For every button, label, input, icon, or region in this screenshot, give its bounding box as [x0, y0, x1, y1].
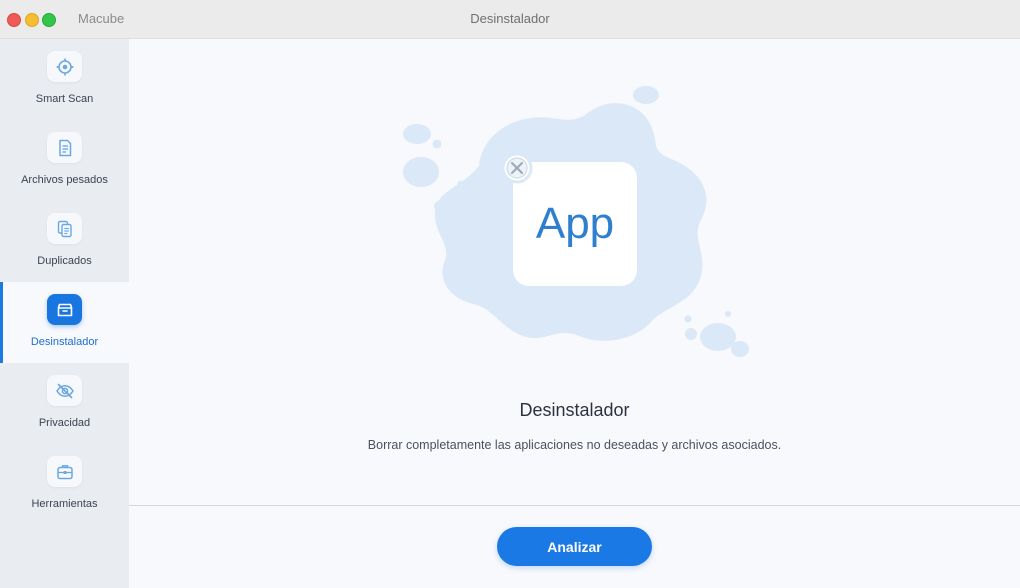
- sidebar-item-label: Duplicados: [37, 255, 92, 267]
- sidebar-item-privacidad[interactable]: Privacidad: [0, 363, 129, 444]
- app-window: Macube Desinstalador Smart Scan Archivos…: [0, 0, 1020, 588]
- page-title: Desinstalador: [519, 400, 630, 420]
- target-icon: [47, 51, 82, 82]
- sidebar: Smart Scan Archivos pesados Duplicados D…: [0, 39, 129, 588]
- title-bar: Macube Desinstalador: [0, 0, 1020, 39]
- uninstall-illustration: App: [403, 86, 749, 357]
- app-label-text: App: [536, 199, 614, 248]
- sidebar-item-smart-scan[interactable]: Smart Scan: [0, 39, 129, 120]
- page-description: Borrar completamente las aplicaciones no…: [367, 438, 782, 452]
- eye-off-icon: [47, 375, 82, 406]
- file-icon: [47, 132, 82, 163]
- sidebar-item-label: Herramientas: [31, 498, 98, 510]
- divider: [129, 505, 1020, 506]
- sidebar-item-label: Smart Scan: [35, 93, 94, 105]
- copy-icon: [47, 213, 82, 244]
- sidebar-item-archivos-pesados[interactable]: Archivos pesados: [0, 120, 129, 201]
- analyze-button[interactable]: Analizar: [497, 527, 652, 566]
- sidebar-item-herramientas[interactable]: Herramientas: [0, 444, 129, 525]
- sidebar-item-desinstalador[interactable]: Desinstalador: [0, 282, 129, 363]
- archive-box-icon: [47, 294, 82, 325]
- toolbox-icon: [47, 456, 82, 487]
- sidebar-item-duplicados[interactable]: Duplicados: [0, 201, 129, 282]
- window-title: Desinstalador: [470, 11, 550, 26]
- sidebar-item-label: Archivos pesados: [21, 174, 108, 186]
- sidebar-item-label: Desinstalador: [30, 336, 99, 348]
- main-panel: App Desinstalador Borrar completamente l…: [129, 39, 1020, 588]
- sidebar-item-label: Privacidad: [38, 417, 91, 429]
